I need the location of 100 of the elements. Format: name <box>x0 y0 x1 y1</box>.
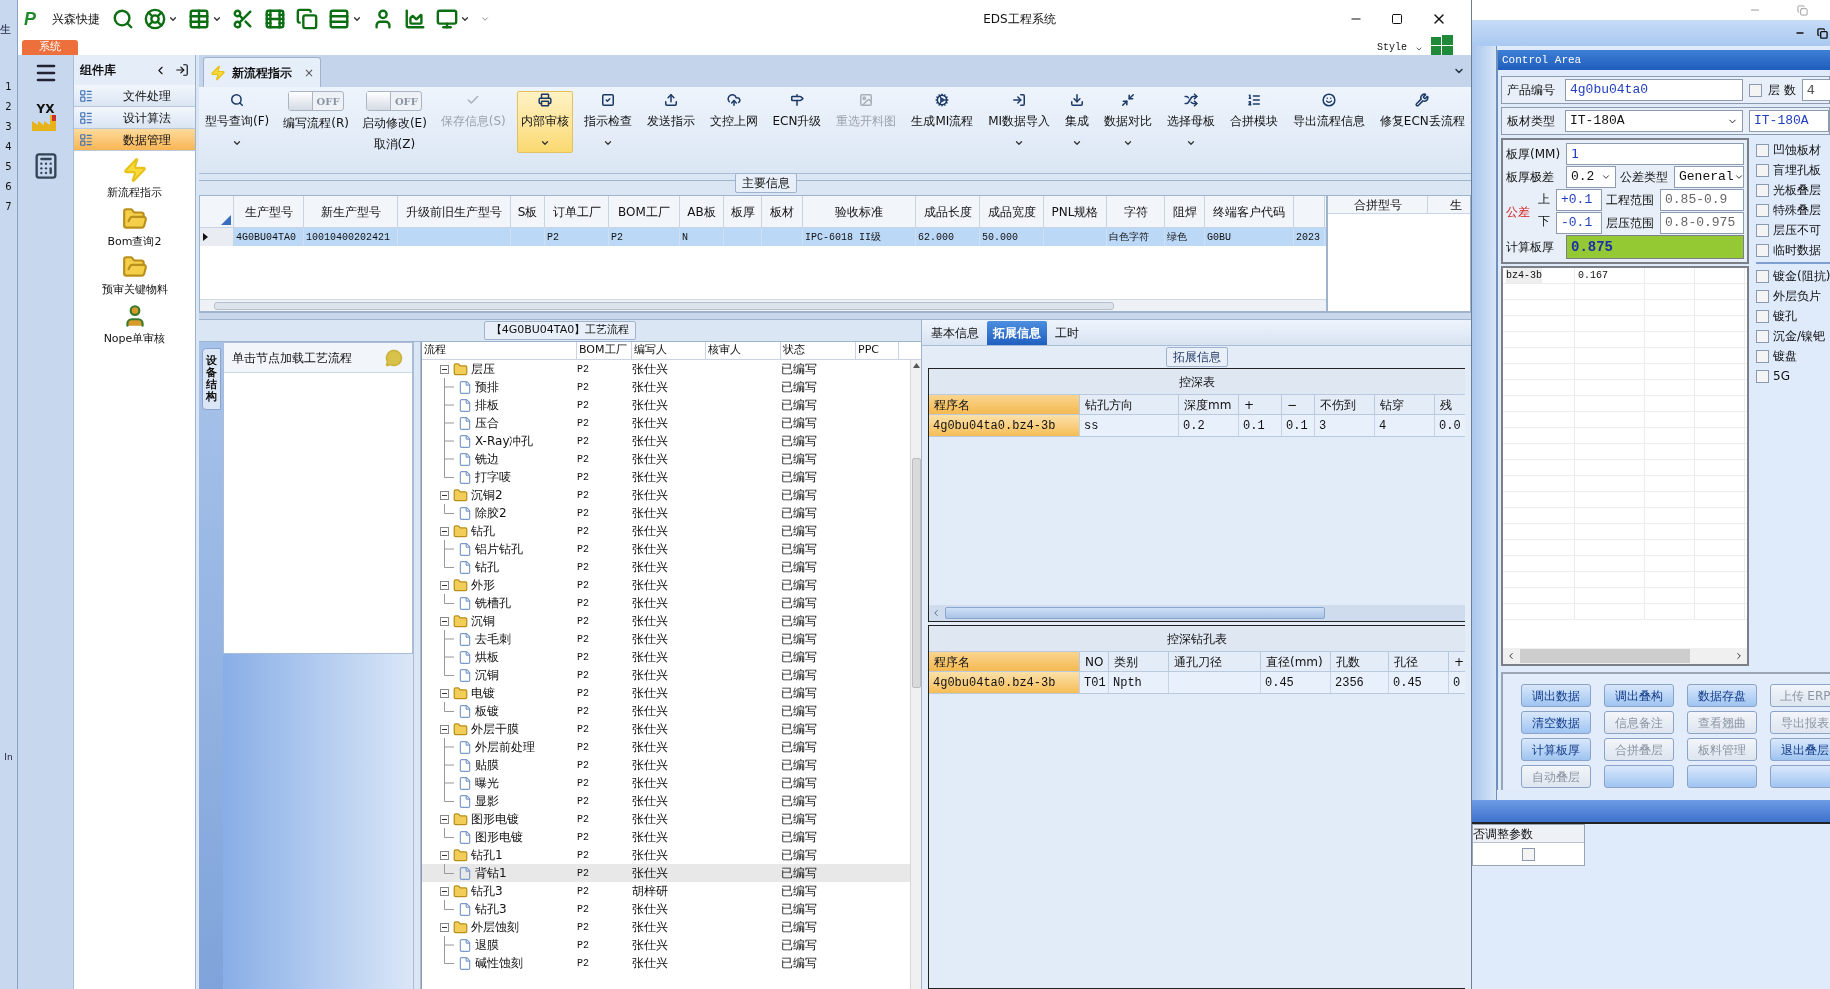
tree-node-label[interactable]: 贴膜 <box>475 756 499 774</box>
person-icon[interactable] <box>372 8 394 30</box>
tree-node-label[interactable]: 背钻1 <box>475 864 507 882</box>
caret-icon[interactable] <box>1123 138 1134 148</box>
action-button[interactable]: 数据存盘 <box>1687 684 1757 707</box>
caret-icon[interactable] <box>1072 138 1083 148</box>
checkbox[interactable] <box>1756 349 1769 363</box>
scroll-right-icon[interactable] <box>1734 651 1744 661</box>
film-icon[interactable] <box>264 8 286 30</box>
folder-icon[interactable] <box>121 205 148 232</box>
pin-icon[interactable] <box>175 63 189 77</box>
column-header[interactable]: 验收标准 <box>835 202 883 221</box>
collapse-toggle-icon[interactable] <box>440 724 449 734</box>
column-header[interactable]: 编写人 <box>632 342 706 359</box>
input-field[interactable]: 0.8-0.975 <box>1660 212 1744 234</box>
table-icon[interactable] <box>188 8 210 30</box>
column-header[interactable]: 成品宽度 <box>987 202 1036 221</box>
tab[interactable]: 拓展信息 <box>987 321 1047 345</box>
caret-icon[interactable] <box>168 14 178 24</box>
copy-icon[interactable] <box>296 8 318 30</box>
caret-icon[interactable] <box>352 14 362 24</box>
action-button[interactable]: 退出叠层 <box>1770 738 1830 761</box>
column-header[interactable]: 生产型号 <box>244 202 293 221</box>
restore-icon[interactable] <box>1817 27 1828 39</box>
ribbon-button[interactable]: 合拼模块 <box>1225 91 1282 153</box>
column-header[interactable]: 合拼型号 <box>1328 196 1428 213</box>
tree-node-label[interactable]: 外层蚀刻 <box>471 918 519 936</box>
material-dropdown[interactable]: IT-180A <box>1565 110 1743 132</box>
action-button[interactable]: 计算板厚 <box>1521 738 1591 761</box>
checkbox[interactable] <box>1756 143 1769 157</box>
ribbon-button[interactable]: 发送指示 <box>642 91 699 153</box>
action-button[interactable]: 调出叠构 <box>1604 684 1674 707</box>
column-header[interactable]: 核审人 <box>706 342 781 359</box>
ribbon-button[interactable]: ECN升级 <box>768 91 826 153</box>
document-tab[interactable]: 新流程指示 × <box>203 57 322 87</box>
scroll-left-icon[interactable] <box>1506 651 1516 661</box>
column-header[interactable]: 订单工厂 <box>552 202 601 221</box>
ribbon-button[interactable]: MI数据导入 <box>984 91 1055 153</box>
caret-icon[interactable] <box>1415 45 1423 53</box>
horizontal-scrollbar[interactable] <box>200 299 1326 311</box>
column-header[interactable]: BOM工厂 <box>577 342 632 359</box>
checkbox[interactable] <box>1756 309 1769 323</box>
tree-node-label[interactable]: 曝光 <box>475 774 499 792</box>
collapse-toggle-icon[interactable] <box>440 580 449 590</box>
tree-node-label[interactable]: 层压 <box>471 360 495 378</box>
collapse-toggle-icon[interactable] <box>440 850 449 860</box>
ribbon-button[interactable]: 数据对比 <box>1100 91 1157 153</box>
input-field[interactable]: +0.1 <box>1556 189 1602 211</box>
column-header[interactable]: 阻焊 <box>1172 202 1197 221</box>
tree-node-label[interactable]: 钻孔1 <box>471 846 503 864</box>
column-header[interactable]: BOM工厂 <box>618 202 670 221</box>
column-header[interactable]: 生 <box>1428 196 1462 213</box>
tree-node-label[interactable]: 沉铜2 <box>471 486 503 504</box>
caret-icon[interactable] <box>460 14 470 24</box>
folder-icon[interactable] <box>121 254 148 280</box>
collapse-toggle-icon[interactable] <box>440 688 449 698</box>
column-header[interactable]: AB板 <box>687 202 716 221</box>
column-header[interactable]: 流程 <box>422 342 577 359</box>
column-header[interactable]: PPC <box>856 342 899 359</box>
tree-node-label[interactable]: 板镀 <box>475 702 499 720</box>
tree-node-label[interactable]: 外形 <box>471 576 495 594</box>
tree-node-label[interactable]: 铣槽孔 <box>475 594 511 612</box>
tree-node-label[interactable]: 图形电镀 <box>471 810 519 828</box>
checkbox[interactable] <box>1756 163 1769 177</box>
column-header[interactable]: 否调整参数 <box>1473 825 1584 843</box>
horizontal-scrollbar[interactable] <box>929 605 1465 621</box>
lifebuoy-icon[interactable] <box>144 8 166 30</box>
column-header[interactable]: 程序名 <box>929 652 1080 671</box>
column-header[interactable]: 状态 <box>781 342 856 359</box>
tree-node-label[interactable]: 钻孔3 <box>471 882 503 900</box>
input-field[interactable]: 0.85-0.9 <box>1660 189 1744 211</box>
checkbox[interactable] <box>1756 243 1769 257</box>
rows-icon[interactable] <box>328 8 350 30</box>
close-tab-button[interactable]: × <box>304 63 315 82</box>
library-item[interactable]: 新流程指示 <box>107 185 162 202</box>
tree-node-label[interactable]: 电镀 <box>471 684 495 702</box>
tree-node-label[interactable]: 碱性蚀刻 <box>475 954 523 972</box>
tree-node-label[interactable]: 沉铜 <box>475 666 499 684</box>
column-header[interactable]: 板材 <box>770 202 794 221</box>
search-icon[interactable] <box>112 8 134 30</box>
tree-node-label[interactable]: 排板 <box>475 396 499 414</box>
collapse-toggle-icon[interactable] <box>440 922 449 932</box>
tree-node-label[interactable]: 除胶2 <box>475 504 507 522</box>
monitor-icon[interactable] <box>436 8 458 30</box>
tree-node-label[interactable]: 铣边 <box>475 450 499 468</box>
tree-node-label[interactable]: 外层干膜 <box>471 720 519 738</box>
tree-node-label[interactable]: X-Ray冲孔 <box>475 432 534 450</box>
checkbox[interactable] <box>1756 329 1769 343</box>
checkbox[interactable] <box>1756 269 1769 283</box>
scissors-icon[interactable] <box>232 8 254 30</box>
ribbon-button[interactable]: 内部审核 <box>516 91 573 153</box>
tab[interactable]: 工时 <box>1049 321 1085 345</box>
column-header[interactable]: 程序名 <box>929 395 1080 414</box>
column-header[interactable]: 板厚 <box>730 202 755 221</box>
checkbox[interactable] <box>1522 847 1535 861</box>
library-group[interactable]: 文件处理 <box>74 85 195 107</box>
collapse-toggle-icon[interactable] <box>440 814 449 824</box>
action-button[interactable]: 清空数据 <box>1521 711 1591 734</box>
ribbon-button[interactable]: 集成 <box>1061 91 1094 153</box>
style-menu[interactable]: Style <box>1377 40 1407 55</box>
